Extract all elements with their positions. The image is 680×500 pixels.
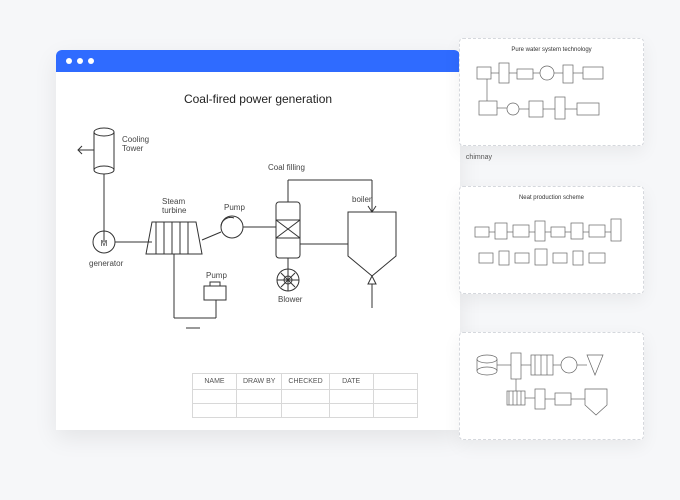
diagram-window: Coal-fired power generation M bbox=[56, 50, 460, 430]
window-dot-icon bbox=[88, 58, 94, 64]
th-name: NAME bbox=[193, 374, 237, 390]
boiler-label: boiler bbox=[352, 196, 372, 205]
th-checked: CHECKED bbox=[282, 374, 329, 390]
window-dot-icon bbox=[66, 58, 72, 64]
th-extra bbox=[373, 374, 417, 390]
th-drawby: DRAW BY bbox=[237, 374, 282, 390]
table-row bbox=[193, 404, 418, 418]
window-dot-icon bbox=[77, 58, 83, 64]
title-block-table: NAME DRAW BY CHECKED DATE bbox=[192, 373, 418, 418]
titlebar bbox=[56, 50, 460, 72]
chimney-label: chimnay bbox=[466, 154, 492, 161]
blower-label: Blower bbox=[278, 296, 302, 305]
cooling-tower-label: Cooling Tower bbox=[122, 136, 149, 154]
table-row: NAME DRAW BY CHECKED DATE bbox=[193, 374, 418, 390]
template-thumbnail[interactable]: Pure water system technology bbox=[459, 38, 644, 146]
pump2-label: Pump bbox=[206, 272, 227, 281]
table-row bbox=[193, 390, 418, 404]
coal-filling-label: Coal filling bbox=[268, 164, 305, 173]
template-thumbnail[interactable]: Neat production scheme bbox=[459, 186, 644, 294]
thumbnail-title: Neat production scheme bbox=[468, 195, 635, 201]
diagram-title: Coal-fired power generation bbox=[56, 92, 460, 106]
thumbnail-diagram-icon bbox=[469, 205, 634, 283]
thumbnail-title: Pure water system technology bbox=[468, 47, 635, 53]
diagram-canvas[interactable]: Coal-fired power generation M bbox=[56, 72, 460, 430]
template-thumbnail[interactable] bbox=[459, 332, 644, 440]
thumbnail-diagram-icon bbox=[469, 57, 634, 135]
generator-label: generator bbox=[89, 260, 123, 269]
svg-text:M: M bbox=[101, 239, 108, 248]
thumbnail-diagram-icon bbox=[469, 345, 634, 429]
steam-turbine-label: Steam turbine bbox=[162, 198, 186, 216]
pump-label: Pump bbox=[224, 204, 245, 213]
th-date: DATE bbox=[329, 374, 373, 390]
